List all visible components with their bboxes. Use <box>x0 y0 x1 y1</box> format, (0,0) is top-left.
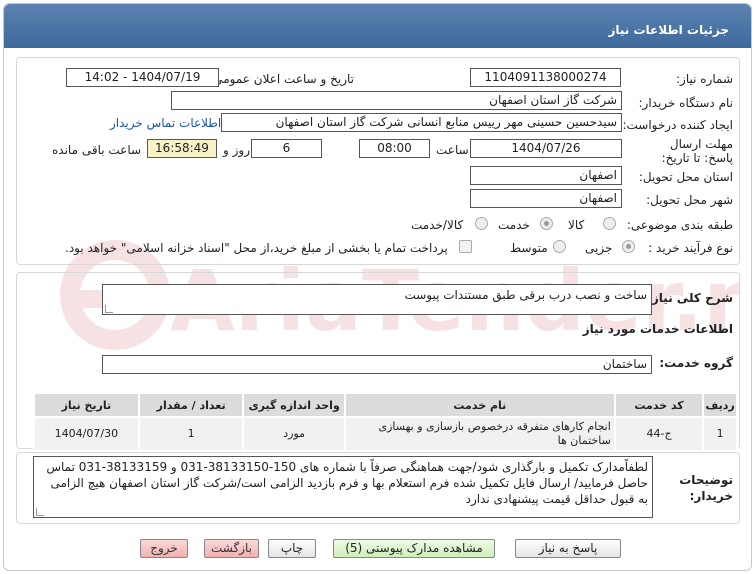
buyer-label: نام دستگاه خریدار: <box>638 96 734 110</box>
table-row: 1 ج-44 انجام کارهای متفرقه درخصوص بازساز… <box>33 416 738 452</box>
resize-handle-icon[interactable] <box>36 508 44 516</box>
deadline-time-field: 08:00 <box>359 139 430 158</box>
view-attachments-button[interactable]: مشاهده مدارک پیوستی (5) <box>333 539 495 558</box>
need-details-section <box>16 57 740 265</box>
province-label: استان محل تحویل: <box>638 170 733 184</box>
col-header-quantity: تعداد / مقدار <box>137 392 245 418</box>
summary-label: شرح کلی نیاز: <box>647 291 733 305</box>
process-radio-medium[interactable] <box>553 240 566 253</box>
process-radio-minor[interactable] <box>622 240 635 253</box>
service-group-label: گروه خدمت: <box>659 356 733 370</box>
buyer-notes-textarea[interactable]: لطفاًمدارک تکمیل و بارگذاری شود/جهت هماه… <box>33 456 653 518</box>
print-button[interactable]: چاپ <box>268 539 316 558</box>
buyer-contact-link[interactable]: اطلاعات تماس خریدار <box>110 116 221 130</box>
col-header-service-name: نام خدمت <box>343 392 616 418</box>
cell-service-code: ج-44 <box>613 416 705 452</box>
announce-field: 1404/07/19 - 14:02 <box>66 68 219 87</box>
days-field: 6 <box>251 139 322 158</box>
buyer-field: شرکت گاز استان اصفهان <box>171 91 622 110</box>
remaining-time-field: 16:58:49 <box>147 139 217 158</box>
days-label: روز و <box>223 143 250 157</box>
summary-textarea[interactable]: ساخت و نصب درب برقی طبق مستندات پیوست <box>102 284 652 315</box>
services-title: اطلاعات خدمات مورد نیاز <box>582 322 733 336</box>
process-option-medium: متوسط <box>510 241 548 255</box>
table-header-row: ردیف کد خدمت نام خدمت واحد اندازه گیری ت… <box>33 392 738 418</box>
resize-handle-icon[interactable] <box>105 305 113 313</box>
back-button[interactable]: بازگشت <box>204 539 259 558</box>
remaining-label: ساعت باقی مانده <box>52 143 142 157</box>
service-group-field: ساختمان <box>102 355 652 374</box>
creator-label: ایجاد کننده درخواست: <box>622 118 733 132</box>
col-header-row-number: ردیف <box>702 392 738 418</box>
summary-text: ساخت و نصب درب برقی طبق مستندات پیوست <box>404 288 647 302</box>
creator-field: سیدحسین حسینی مهر رییس منابع انسانی شرکت… <box>221 113 622 132</box>
province-field: اصفهان <box>470 166 622 185</box>
need-number-field: 1104091138000274 <box>470 68 621 87</box>
city-label: شهر محل تحویل: <box>646 193 733 207</box>
category-option-goods: کالا <box>568 218 585 232</box>
cell-row-number: 1 <box>702 416 738 452</box>
cell-need-date: 1404/07/30 <box>33 416 140 452</box>
col-header-need-date: تاریخ نیاز <box>33 392 140 418</box>
reply-button[interactable]: پاسخ به نیاز <box>515 539 621 558</box>
need-number-label: شماره نیاز: <box>676 72 733 86</box>
category-radio-goods-service[interactable] <box>475 217 488 230</box>
cell-quantity: 1 <box>137 416 245 452</box>
cell-service-name: انجام کارهای متفرقه درخصوص بازسازی و بهس… <box>343 416 616 452</box>
category-option-service: خدمت <box>498 218 530 232</box>
process-option-minor: جزیی <box>585 241 613 255</box>
city-field: اصفهان <box>470 189 622 208</box>
announce-label: تاریخ و ساعت اعلان عمومی: <box>209 72 354 86</box>
treasury-payment-checkbox[interactable] <box>459 240 472 253</box>
col-header-unit: واحد اندازه گیری <box>242 392 346 418</box>
page-header: جزئیات اطلاعات نیاز <box>4 4 751 48</box>
services-table: ردیف کد خدمت نام خدمت واحد اندازه گیری ت… <box>33 392 738 452</box>
deadline-date-field: 1404/07/26 <box>470 139 622 158</box>
deadline-label: مهلت ارسال پاسخ: تا تاریخ: <box>661 137 733 165</box>
category-radio-service[interactable] <box>540 217 553 230</box>
cell-unit: مورد <box>242 416 346 452</box>
buyer-notes-text: لطفاًمدارک تکمیل و بارگذاری شود/جهت هماه… <box>46 460 648 506</box>
exit-button[interactable]: خروج <box>140 539 188 558</box>
col-header-service-code: کد خدمت <box>613 392 705 418</box>
process-label: نوع فرآیند خرید : <box>648 241 733 255</box>
buyer-notes-label: توضیحات خریدار: <box>679 473 733 503</box>
category-option-goods-service: کالا/خدمت <box>411 218 464 232</box>
treasury-payment-note: پرداخت تمام یا بخشی از مبلغ خرید،از محل … <box>65 241 448 255</box>
page-title: جزئیات اطلاعات نیاز <box>608 23 729 37</box>
deadline-time-label: ساعت <box>436 143 469 157</box>
category-label: طبقه بندی موضوعی: <box>626 218 733 232</box>
category-radio-goods[interactable] <box>603 217 616 230</box>
